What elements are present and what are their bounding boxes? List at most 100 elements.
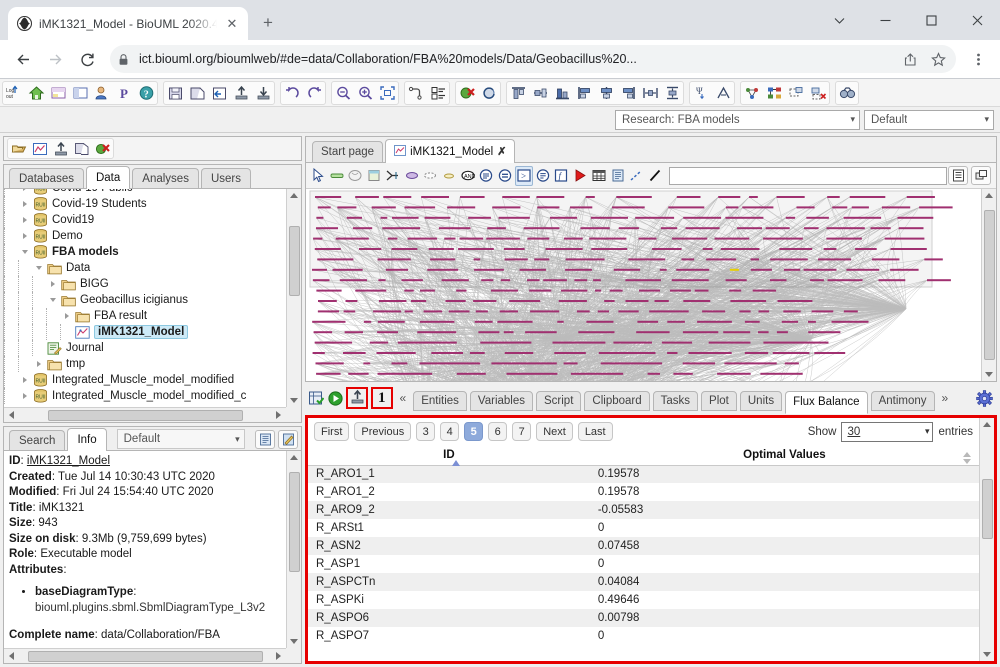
import-arrow-icon[interactable] xyxy=(208,82,230,104)
purple-ellipse-icon[interactable] xyxy=(403,166,421,186)
entries-per-page-select[interactable]: 30 ▾ xyxy=(841,421,934,442)
diagram-search-input[interactable] xyxy=(668,166,948,185)
polyline-icon[interactable] xyxy=(405,82,427,104)
pager-next-button[interactable]: Next xyxy=(536,422,573,441)
compartment-icon[interactable] xyxy=(346,166,364,186)
distribute-horizontal-icon[interactable] xyxy=(639,82,661,104)
align-bottom-icon[interactable] xyxy=(551,82,573,104)
tree-expand-arrow-icon[interactable] xyxy=(32,356,46,372)
tab-databases[interactable]: Databases xyxy=(9,168,84,188)
export-up-icon[interactable] xyxy=(230,82,252,104)
tab-script[interactable]: Script xyxy=(536,391,582,411)
table-row[interactable]: R_ARO9_2 -0.05583 xyxy=(308,501,979,519)
scroll-left-arrow[interactable] xyxy=(5,650,18,663)
pager-page-5[interactable]: 5 xyxy=(464,422,484,441)
share-icon[interactable] xyxy=(900,49,920,69)
pager-last-button[interactable]: Last xyxy=(577,422,613,441)
perspective-selector[interactable]: Default ▾ xyxy=(864,109,994,130)
layout-remove-icon[interactable] xyxy=(807,82,829,104)
graph-layout-icon[interactable] xyxy=(741,82,763,104)
tree-item[interactable]: iMK1321_Model xyxy=(4,324,286,340)
back-arrow-icon[interactable] xyxy=(8,44,38,74)
close-icon[interactable]: ✕ xyxy=(224,16,240,32)
equation-circle-icon[interactable] xyxy=(496,166,514,186)
info-view-selector[interactable]: Default ▾ xyxy=(116,429,245,449)
star-icon[interactable] xyxy=(928,49,948,69)
tab-antimony[interactable]: Antimony xyxy=(870,391,935,411)
tree-hscroll-thumb[interactable] xyxy=(47,409,243,421)
table-row[interactable]: R_ARSt1 0 xyxy=(308,519,979,537)
grid-table-icon[interactable] xyxy=(590,166,608,186)
question-mark-icon[interactable]: ? xyxy=(135,82,157,104)
scroll-right-arrow[interactable] xyxy=(272,650,285,663)
function-circle-icon[interactable] xyxy=(534,166,552,186)
distribute-vertical-icon[interactable] xyxy=(661,82,683,104)
tab-users[interactable]: Users xyxy=(200,168,251,188)
tree-item[interactable]: FBA result xyxy=(4,308,286,324)
pager-page-6[interactable]: 6 xyxy=(488,422,508,441)
dashed-line-icon[interactable] xyxy=(627,166,645,186)
table-vscroll-thumb[interactable] xyxy=(981,479,993,540)
scroll-up-arrow[interactable] xyxy=(288,189,301,202)
user-icon[interactable] xyxy=(91,82,113,104)
scroll-right-arrow[interactable] xyxy=(272,409,285,422)
home-icon[interactable] xyxy=(25,82,47,104)
align-center-icon[interactable] xyxy=(595,82,617,104)
pager-first-button[interactable]: First xyxy=(314,422,350,441)
tab-imk1321-model[interactable]: iMK1321_Model ✗ xyxy=(385,139,516,163)
tree-item[interactable]: tmp xyxy=(4,356,286,372)
align-right-icon[interactable] xyxy=(617,82,639,104)
tree-expand-arrow-icon[interactable] xyxy=(60,308,74,324)
tree-item[interactable]: RUII Covid-19 Public xyxy=(4,189,286,196)
tab-flux-balance[interactable]: Flux Balance xyxy=(785,390,868,414)
scroll-down-arrow[interactable] xyxy=(983,368,996,381)
double-chevron-right-icon[interactable]: » xyxy=(938,391,953,405)
tree-item[interactable]: RUII Integrated_Muscle_model_modified xyxy=(4,372,286,388)
cursor-arrow-icon[interactable] xyxy=(309,166,327,186)
column-header-optimal-values[interactable]: Optimal Values xyxy=(589,445,979,466)
letter-p-icon[interactable]: P xyxy=(113,82,135,104)
layout-columns-icon[interactable] xyxy=(69,82,91,104)
event-circle-icon[interactable] xyxy=(478,166,496,186)
play-red-icon[interactable] xyxy=(571,166,589,186)
zoom-out-icon[interactable] xyxy=(332,82,354,104)
layout-clear-icon[interactable] xyxy=(785,82,807,104)
browser-tab[interactable]: iMK1321_Model - BioUML 2020.4 ✕ xyxy=(8,7,248,40)
scroll-up-arrow[interactable] xyxy=(981,418,994,431)
table-row[interactable]: R_ASPKi 0.49646 xyxy=(308,591,979,609)
tab-search[interactable]: Search xyxy=(9,430,66,450)
green-bar-icon[interactable] xyxy=(328,166,346,186)
pager-previous-button[interactable]: Previous xyxy=(354,422,412,441)
tree-item[interactable]: BIGG xyxy=(4,276,286,292)
scroll-down-arrow[interactable] xyxy=(288,394,301,407)
chart-icon[interactable] xyxy=(29,139,50,158)
info-vscroll-thumb[interactable] xyxy=(288,472,300,572)
tree-item[interactable]: Data xyxy=(4,260,286,276)
tab-variables[interactable]: Variables xyxy=(469,391,533,411)
small-ellipse-icon[interactable] xyxy=(440,166,458,186)
binoculars-icon[interactable] xyxy=(836,82,858,104)
tab-tasks[interactable]: Tasks xyxy=(652,391,699,411)
align-top-icon[interactable] xyxy=(507,82,529,104)
reaction-arrow-icon[interactable] xyxy=(384,166,402,186)
tab-units[interactable]: Units xyxy=(739,391,783,411)
pager-page-7[interactable]: 7 xyxy=(512,422,532,441)
size-up-icon[interactable] xyxy=(712,82,734,104)
tree-expand-arrow-icon[interactable] xyxy=(18,388,32,404)
species-icon[interactable] xyxy=(365,166,383,186)
dashed-note-icon[interactable] xyxy=(421,166,439,186)
scroll-up-arrow[interactable] xyxy=(288,451,301,464)
scroll-left-arrow[interactable] xyxy=(5,409,18,422)
export-down-icon[interactable] xyxy=(252,82,274,104)
hierarchic-layout-icon[interactable] xyxy=(763,82,785,104)
double-chevron-left-icon[interactable]: « xyxy=(396,391,411,405)
reload-icon[interactable] xyxy=(72,44,102,74)
tree-expand-arrow-icon[interactable] xyxy=(18,212,32,228)
info-vertical-scrollbar[interactable] xyxy=(286,451,301,648)
table-row[interactable]: R_ASN2 0.07458 xyxy=(308,537,979,555)
tree-vertical-scrollbar[interactable] xyxy=(286,189,301,407)
refresh-blue-icon[interactable] xyxy=(478,82,500,104)
tree-item[interactable]: Journal xyxy=(4,340,286,356)
delete-red-x-icon[interactable] xyxy=(92,139,113,158)
table-row[interactable]: R_ASPO6 0.00798 xyxy=(308,609,979,627)
